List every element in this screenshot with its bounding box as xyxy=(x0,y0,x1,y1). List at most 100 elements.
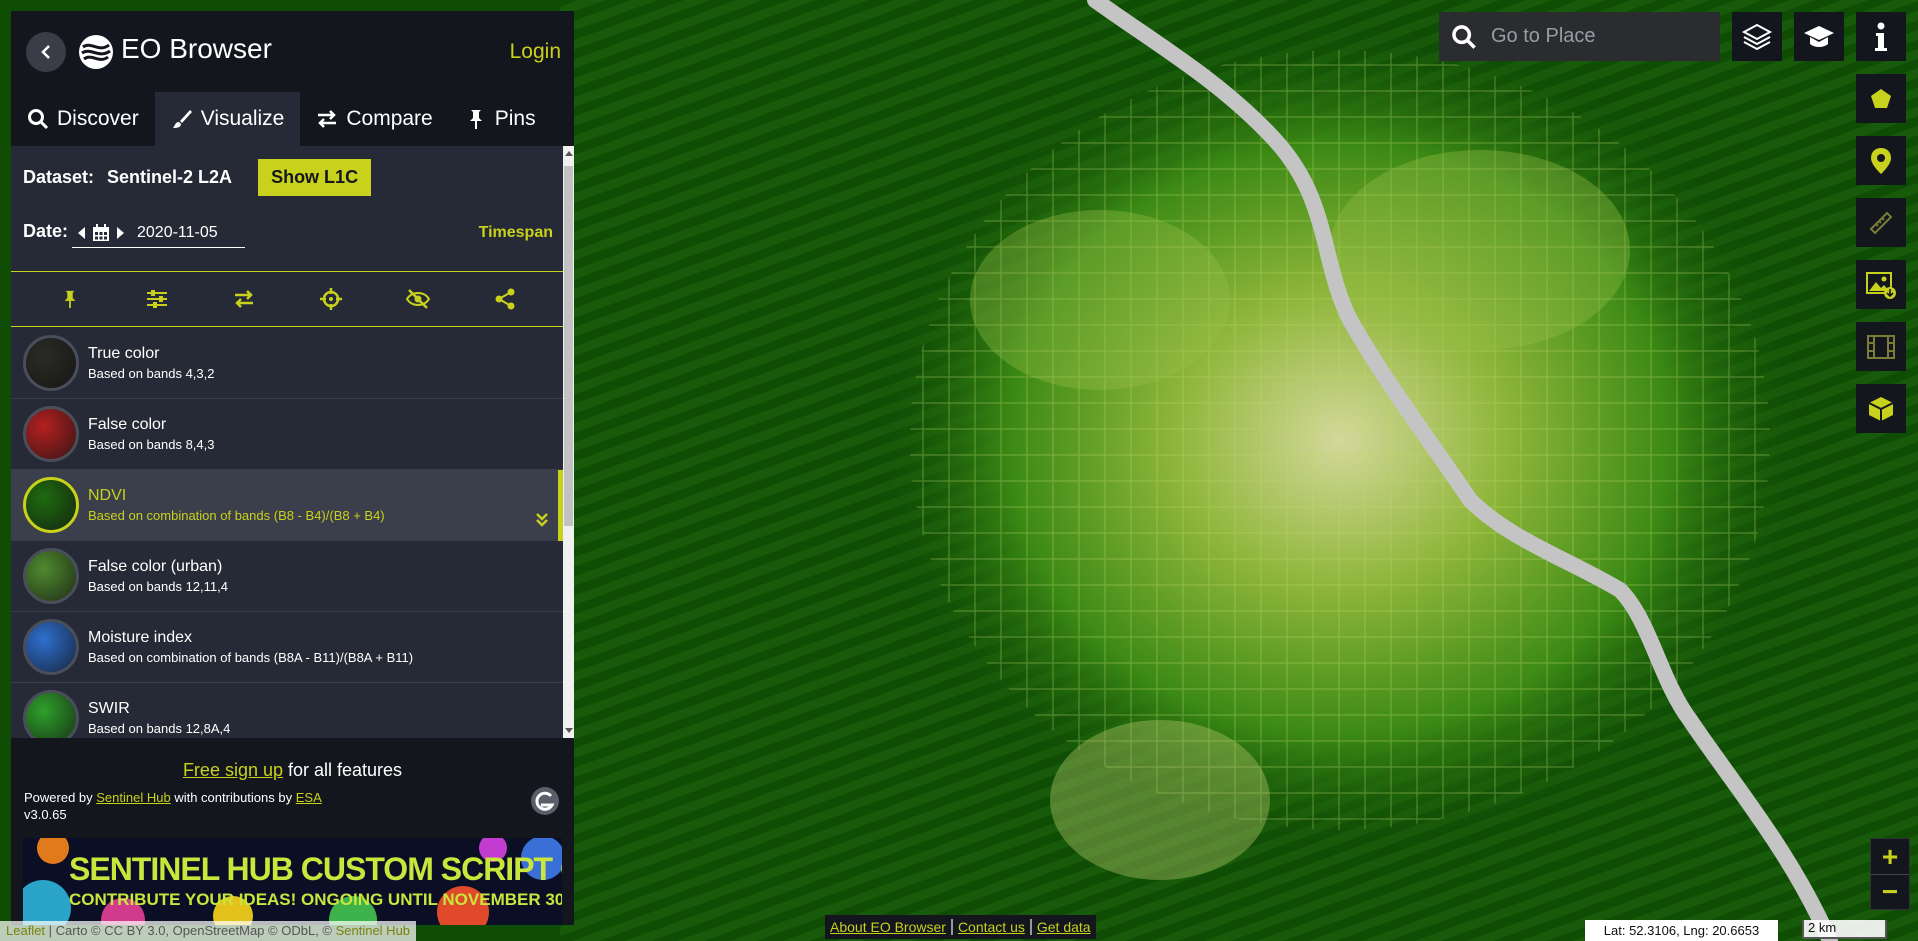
side-panel: EO Browser Login Discover Visualize Comp… xyxy=(11,11,574,925)
eye-slash-icon[interactable] xyxy=(405,286,431,312)
about-link[interactable]: About EO Browser xyxy=(825,919,953,935)
3d-view-button[interactable] xyxy=(1856,384,1906,433)
esa-link[interactable]: ESA xyxy=(296,790,322,805)
map-marker-icon xyxy=(1871,147,1891,174)
layer-item[interactable]: False color (urban) Based on bands 12,11,… xyxy=(11,541,563,612)
panel-scrollbar[interactable] xyxy=(563,146,574,738)
version-text: v3.0.65 xyxy=(24,807,67,822)
login-link[interactable]: Login xyxy=(510,40,561,64)
tutorial-button[interactable] xyxy=(1794,12,1844,61)
tab-label: Compare xyxy=(346,107,433,130)
back-button[interactable] xyxy=(26,32,66,72)
tab-visualize[interactable]: Visualize xyxy=(154,92,301,146)
layers-button[interactable] xyxy=(1732,12,1782,61)
app-title: EO Browser xyxy=(121,33,272,64)
swap-icon[interactable] xyxy=(231,286,257,312)
esa-logo[interactable] xyxy=(531,787,559,815)
zoom-out-button[interactable]: − xyxy=(1871,874,1909,909)
layer-name: True color xyxy=(88,345,160,362)
layer-description: Based on bands 4,3,2 xyxy=(88,366,215,381)
layer-item[interactable]: NDVI Based on combination of bands (B8 - … xyxy=(11,470,563,541)
scroll-up-icon[interactable] xyxy=(565,151,573,156)
layer-name: Moisture index xyxy=(88,629,193,646)
date-picker[interactable]: 2020-11-05 xyxy=(72,218,245,248)
tab-bar: Discover Visualize Compare Pins xyxy=(11,92,574,146)
tab-pins[interactable]: Pins xyxy=(449,92,552,146)
layer-item[interactable]: False color Based on bands 8,4,3 xyxy=(11,399,563,470)
timelapse-button[interactable] xyxy=(1856,322,1906,371)
layer-thumbnail xyxy=(23,335,79,391)
leaflet-link[interactable]: Leaflet xyxy=(6,923,45,938)
layer-name: SWIR xyxy=(88,700,130,717)
layer-item[interactable]: Moisture index Based on combination of ba… xyxy=(11,612,563,683)
info-button[interactable] xyxy=(1856,12,1906,61)
powered-mid: with contributions by xyxy=(170,790,296,805)
sentinel-hub-link[interactable]: Sentinel Hub xyxy=(96,790,170,805)
dataset-value: Sentinel-2 L2A xyxy=(107,166,233,187)
timespan-link[interactable]: Timespan xyxy=(479,224,553,242)
tab-label: Visualize xyxy=(200,107,285,130)
show-l1c-button[interactable]: Show L1C xyxy=(258,158,372,196)
layer-thumbnail xyxy=(23,619,79,675)
tab-label: Discover xyxy=(57,107,139,130)
pin-icon[interactable] xyxy=(57,286,83,312)
bottom-links: About EO Browser Contact us Get data xyxy=(825,915,1096,939)
zoom-in-button[interactable]: + xyxy=(1871,839,1909,874)
layer-description: Based on bands 8,4,3 xyxy=(88,437,215,452)
tab-discover[interactable]: Discover xyxy=(11,92,155,146)
dataset-row: Dataset: Sentinel-2 L2A Show L1C xyxy=(23,158,372,196)
scroll-thumb[interactable] xyxy=(564,166,573,526)
layer-description: Based on bands 12,8A,4 xyxy=(88,721,231,736)
draw-area-button[interactable] xyxy=(1856,74,1906,123)
brush-icon xyxy=(172,110,192,128)
scale-bar: 2 km xyxy=(1802,920,1887,939)
pin-icon xyxy=(469,110,482,129)
banner-subtitle: CONTRIBUTE YOUR IDEAS! ONGOING UNTIL NOV… xyxy=(69,890,562,909)
info-icon xyxy=(1875,22,1887,51)
date-label: Date: xyxy=(23,221,69,241)
layer-name: False color (urban) xyxy=(88,558,223,575)
contact-link[interactable]: Contact us xyxy=(953,919,1032,935)
chevron-double-down-icon[interactable] xyxy=(534,512,550,528)
sentinel-hub-attribution-link[interactable]: Sentinel Hub xyxy=(336,923,410,938)
swap-icon xyxy=(318,110,337,128)
layer-description: Based on combination of bands (B8 - B4)/… xyxy=(88,508,385,523)
film-icon xyxy=(1867,334,1895,359)
measure-button[interactable] xyxy=(1856,198,1906,247)
panel-header: EO Browser Login xyxy=(11,11,574,92)
visualize-panel: Dataset: Sentinel-2 L2A Show L1C Date: 2… xyxy=(11,146,563,738)
layer-thumbnail xyxy=(23,406,79,462)
share-icon[interactable] xyxy=(492,286,518,312)
layer-description: Based on combination of bands (B8A - B11… xyxy=(88,650,414,665)
coordinates-readout: Lat: 52.3106, Lng: 20.6653 xyxy=(1585,920,1778,941)
scroll-down-icon[interactable] xyxy=(565,728,573,733)
crosshair-icon[interactable] xyxy=(318,286,344,312)
place-marker-button[interactable] xyxy=(1856,136,1906,185)
graduation-cap-icon xyxy=(1804,25,1834,47)
cube-icon xyxy=(1868,396,1894,421)
search-box xyxy=(1439,12,1720,61)
sliders-icon[interactable] xyxy=(144,286,170,312)
previous-date-icon[interactable] xyxy=(78,226,85,239)
calendar-icon[interactable] xyxy=(92,223,110,242)
eo-browser-logo xyxy=(79,35,113,69)
signup-text: for all features xyxy=(283,760,403,780)
free-signup-link[interactable]: Free sign up xyxy=(183,760,283,780)
layer-tools xyxy=(11,271,563,327)
chevron-left-icon xyxy=(41,45,50,59)
layer-item[interactable]: True color Based on bands 4,3,2 xyxy=(11,328,563,399)
layer-name: False color xyxy=(88,416,167,433)
contest-banner[interactable]: SENTINEL HUB CUSTOM SCRIPT CONTEST CONTR… xyxy=(23,838,562,925)
signup-line: Free sign up for all features xyxy=(11,760,574,781)
layer-thumbnail xyxy=(23,477,79,533)
pentagon-icon xyxy=(1871,88,1891,108)
powered-by: Powered by Sentinel Hub with contributio… xyxy=(24,790,322,805)
next-date-icon[interactable] xyxy=(117,226,124,239)
date-value[interactable]: 2020-11-05 xyxy=(137,224,218,242)
get-data-link[interactable]: Get data xyxy=(1032,919,1096,935)
tab-compare[interactable]: Compare xyxy=(300,92,448,146)
search-input[interactable] xyxy=(1491,16,1711,57)
download-image-button[interactable] xyxy=(1856,260,1906,309)
layer-item[interactable]: SWIR Based on bands 12,8A,4 xyxy=(11,683,563,738)
layer-list: True color Based on bands 4,3,2 False colo… xyxy=(11,328,563,738)
